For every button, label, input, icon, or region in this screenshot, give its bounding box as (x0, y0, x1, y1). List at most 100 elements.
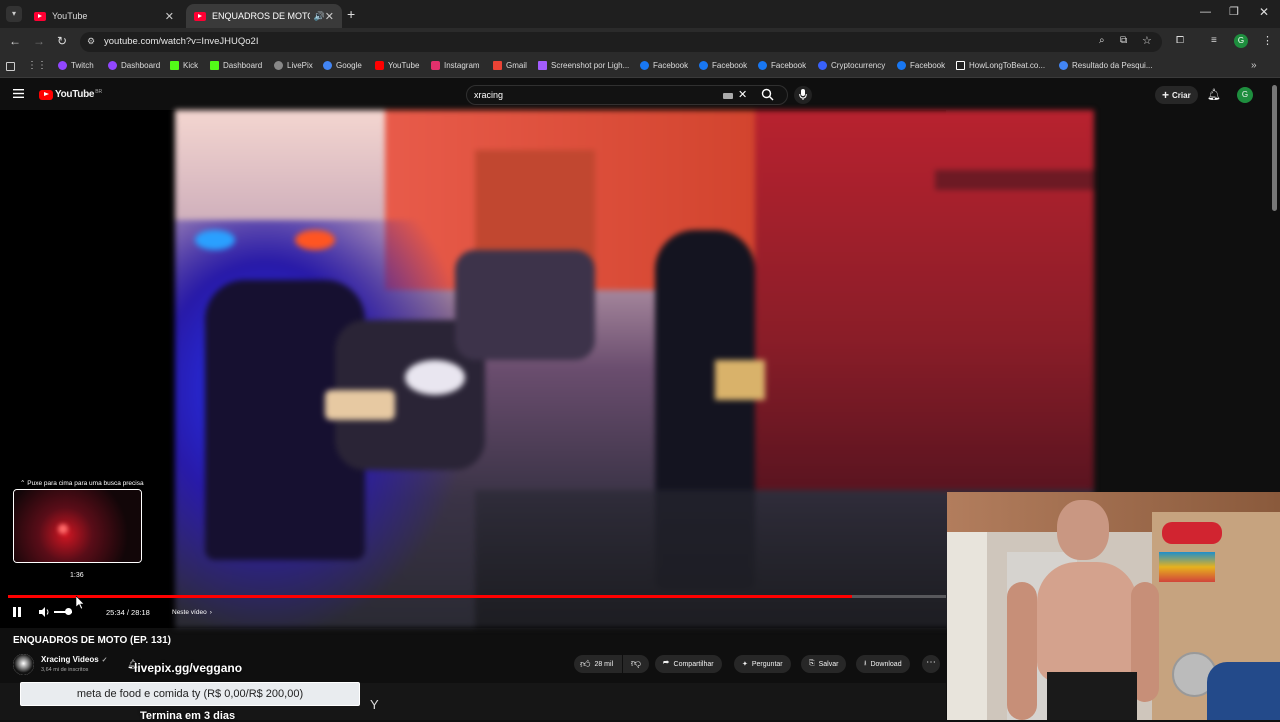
bookmark-youtube[interactable]: YouTube (375, 61, 419, 70)
search-icon[interactable] (761, 88, 774, 101)
google-icon (1059, 61, 1068, 70)
donation-goal-bar: meta de food e comida ty (R$ 0,00/R$ 200… (20, 682, 360, 706)
chapter-button[interactable]: Neste vídeo › (172, 609, 212, 616)
feather-icon (538, 61, 547, 70)
bookmark-howlongtobeat[interactable]: HowLongToBeat.co... (956, 61, 1045, 70)
tab-title: YouTube (52, 11, 88, 21)
google-icon (323, 61, 332, 70)
instagram-icon (431, 61, 440, 70)
like-button[interactable]: 👍︎ 28 mil (574, 655, 622, 673)
youtube-favicon-icon (34, 11, 46, 21)
thumbs-up-icon: 👍︎ (580, 659, 591, 670)
bookmark-dashboard[interactable]: Dashboard (108, 61, 160, 70)
progress-fill (8, 595, 853, 598)
keyboard-icon[interactable] (723, 93, 733, 99)
site-info-icon[interactable]: ⚙ (87, 36, 95, 47)
download-icon: ⭳ (864, 659, 867, 667)
notifications-bell-icon[interactable]: 🔔︎ (1207, 88, 1221, 101)
reload-icon[interactable]: ↻ (57, 34, 67, 48)
install-app-icon[interactable]: ⧉ (1120, 35, 1127, 46)
pause-icon[interactable] (12, 607, 22, 617)
new-tab-icon[interactable]: + (347, 6, 355, 22)
ask-button[interactable]: ✦ Perguntar (734, 655, 791, 673)
facebook-icon (699, 61, 708, 70)
bookmark-lightshot[interactable]: Screenshot por Ligh... (538, 61, 629, 70)
zoom-icon[interactable]: ⌕ (1099, 35, 1105, 46)
facebook-icon (640, 61, 649, 70)
channel-avatar[interactable] (13, 654, 34, 675)
save-button[interactable]: ⎘ Salvar (801, 655, 847, 673)
youtube-logo[interactable]: YouTube BR (39, 89, 102, 100)
bookmark-resultado[interactable]: Resultado da Pesqui... (1059, 61, 1153, 70)
bookmark-kick[interactable]: Kick (170, 61, 198, 70)
goal-timer: Termina em 3 dias (140, 710, 236, 722)
tab-close-icon[interactable]: ✕ (325, 10, 334, 23)
bookmark-instagram[interactable]: Instagram (431, 61, 480, 70)
tab-youtube[interactable]: YouTube ✕ (26, 4, 182, 28)
thumbs-down-icon: 👎︎ (630, 658, 642, 669)
kick-icon (170, 61, 179, 70)
bookmark-facebook-1[interactable]: Facebook (640, 61, 688, 70)
chevron-right-icon: › (209, 609, 212, 616)
tab-video[interactable]: ENQUADROS DE MOTO (EP 🔊 ✕ (186, 4, 342, 28)
profile-avatar[interactable]: G (1234, 34, 1248, 48)
bookmark-cryptocurrency[interactable]: Cryptocurrency (818, 61, 885, 70)
youtube-icon (375, 61, 384, 70)
window-close-icon[interactable]: ✕ (1259, 5, 1269, 19)
volume-icon[interactable] (38, 606, 50, 618)
twitch-icon (58, 61, 67, 70)
volume-slider-handle[interactable] (65, 608, 72, 615)
menu-icon[interactable]: ⋮ (1262, 34, 1273, 47)
bookmark-facebook-4[interactable]: Facebook (897, 61, 945, 70)
extensions-icon[interactable]: ⧠ (1176, 35, 1184, 46)
tab-search-button[interactable]: ▾ (6, 6, 22, 22)
globe-icon (274, 61, 283, 70)
more-bookmarks-icon[interactable]: » (1251, 60, 1257, 71)
seek-preview-time: 1:36 (70, 572, 84, 579)
channel-name[interactable]: Xracing Videos ✓ (41, 655, 108, 664)
verified-icon: ✓ (101, 656, 108, 664)
bookmark-star-icon[interactable]: ☆ (1142, 34, 1152, 47)
youtube-favicon-icon (194, 11, 206, 21)
search-query[interactable]: xracing (474, 90, 503, 100)
speaker-icon[interactable]: 🔊 (314, 11, 325, 22)
cursor-icon: Y (370, 697, 379, 712)
page-scrollbar[interactable] (1272, 85, 1277, 211)
bookmark-gmail[interactable]: Gmail (493, 61, 527, 70)
more-actions-icon[interactable]: ⋯ (922, 655, 940, 673)
bookmark-livepix[interactable]: LivePix (274, 61, 313, 70)
hamburger-menu-icon[interactable] (13, 89, 24, 98)
forward-icon[interactable]: → (33, 34, 45, 48)
share-icon: ⮫ (663, 660, 670, 667)
bookmark-twitch[interactable]: Twitch (58, 61, 94, 70)
seek-hint: ⌃ Puxe para cima para uma busca precisa (20, 480, 144, 487)
download-button[interactable]: ⭳ Download (856, 655, 910, 673)
twitch-icon (108, 61, 117, 70)
url-text[interactable]: youtube.com/watch?v=InveJHUQo2I (104, 36, 258, 47)
avatar[interactable]: G (1237, 87, 1253, 103)
tab-close-icon[interactable]: ✕ (165, 10, 174, 23)
media-control-icon[interactable]: ≡ (1211, 35, 1217, 46)
coinmarketcap-icon (818, 61, 827, 70)
bookmark-facebook-2[interactable]: Facebook (699, 61, 747, 70)
kick-icon (210, 61, 219, 70)
share-button[interactable]: ⮫ Compartilhar (655, 655, 722, 673)
mouse-cursor-icon (76, 596, 85, 609)
clear-search-icon[interactable]: ✕ (738, 88, 747, 101)
restore-icon[interactable]: ❐ (1229, 5, 1239, 18)
bookmark-dashboard-kick[interactable]: Dashboard (210, 61, 262, 70)
minimize-icon[interactable]: — (1200, 6, 1211, 18)
create-button[interactable]: + Criar (1155, 86, 1198, 104)
plus-icon: + (1162, 88, 1170, 102)
youtube-play-logo-icon (39, 89, 53, 100)
bookmark-google[interactable]: Google (323, 61, 362, 70)
apps-grid-icon[interactable]: ⋮⋮ (27, 60, 47, 71)
dislike-button[interactable]: 👎︎ (623, 655, 649, 673)
time-display: 25:34 / 28:18 (106, 608, 150, 617)
bookmark-app-icon[interactable] (6, 62, 15, 71)
webcam-overlay (947, 492, 1280, 720)
back-icon[interactable]: ← (9, 34, 21, 48)
bookmark-icon: ⎘ (809, 660, 815, 667)
bookmark-facebook-3[interactable]: Facebook (758, 61, 806, 70)
voice-search-icon[interactable] (794, 86, 812, 104)
